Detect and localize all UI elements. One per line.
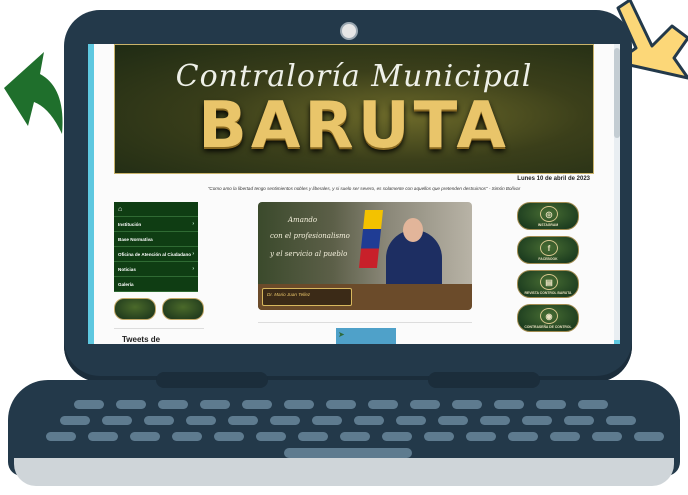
- social-revista[interactable]: ▤ REVISTA CONTROL BARUTA: [516, 270, 580, 298]
- news-thumbnail[interactable]: [336, 328, 396, 344]
- main-menu: ⌂ Institución › Base Normativa Oficina de…: [114, 202, 198, 292]
- menu-item-institucion[interactable]: Institución ›: [114, 217, 198, 232]
- side-buttons: [114, 298, 204, 320]
- key-icon: ◉: [540, 308, 558, 324]
- social-label: CONTRASEÑA DE CONTROL: [524, 325, 572, 329]
- nameplate-text: Dr. Mario Juan Tellez: [267, 292, 311, 297]
- person-face: [403, 218, 423, 242]
- menu-item-galeria[interactable]: Galería: [114, 277, 198, 292]
- social-label: REVISTA CONTROL BARUTA: [524, 291, 572, 295]
- menu-item-base-normativa[interactable]: Base Normativa: [114, 232, 198, 247]
- laptop-hinge-right: [428, 372, 540, 388]
- nameplate: Dr. Mario Juan Tellez: [262, 288, 352, 306]
- bolivar-quote: "Como amo la libertad tengo sentimientos…: [207, 186, 521, 191]
- menu-home[interactable]: ⌂: [114, 202, 198, 217]
- laptop-front-edge: [14, 458, 674, 486]
- home-icon: ⌂: [118, 205, 123, 213]
- chevron-right-icon: ›: [192, 266, 194, 272]
- photo-caption-line-2: con el profesionalismo: [270, 232, 350, 240]
- social-contrasena[interactable]: ◉ CONTRASEÑA DE CONTROL: [516, 304, 580, 332]
- keyboard-spacebar: [284, 448, 412, 458]
- facebook-icon: f: [540, 240, 558, 256]
- green-arrow-decoration: [4, 52, 63, 134]
- website-page: Contraloría Municipal BARUTA Lunes 10 de…: [94, 44, 614, 344]
- laptop-hinge-left: [156, 372, 268, 388]
- social-label: FACEBOOK: [538, 257, 558, 261]
- photo-caption-line-1: Amando: [288, 216, 318, 224]
- chevron-right-icon: ›: [192, 251, 194, 257]
- chevron-right-icon: ›: [192, 221, 194, 227]
- banner-title: BARUTA: [198, 89, 510, 163]
- menu-item-oficina-atencion[interactable]: Oficina de Atención al Ciudadano ›: [114, 247, 198, 262]
- tweets-heading: Tweets de: [122, 335, 161, 344]
- laptop-screen: Contraloría Municipal BARUTA Lunes 10 de…: [88, 44, 620, 344]
- divider: [258, 322, 472, 323]
- social-facebook[interactable]: f FACEBOOK: [516, 236, 580, 264]
- photo-caption-line-3: y el servicio al pueblo: [270, 250, 348, 258]
- current-date: Lunes 10 de abril de 2023: [517, 176, 590, 182]
- side-badge-button-2[interactable]: [162, 298, 204, 320]
- menu-item-noticias[interactable]: Noticias ›: [114, 262, 198, 277]
- scrollbar-thumb[interactable]: [614, 48, 620, 138]
- keyboard-row-1: [74, 400, 608, 409]
- tweets-widget: Tweets de: [114, 328, 204, 344]
- thumbnail-arrow-icon: ➤: [338, 330, 345, 339]
- venezuela-flag: [358, 210, 384, 268]
- keyboard-row-2: [60, 416, 636, 425]
- keyboard-row-3: [46, 432, 664, 441]
- side-badge-button-1[interactable]: [114, 298, 156, 320]
- webcam-icon: [340, 22, 358, 40]
- social-instagram[interactable]: ◎ INSTAGRAM: [516, 202, 580, 230]
- magazine-icon: ▤: [540, 274, 558, 290]
- header-banner: Contraloría Municipal BARUTA: [114, 44, 594, 174]
- instagram-icon: ◎: [540, 206, 558, 222]
- featured-photo[interactable]: Amando con el profesionalismo y el servi…: [258, 202, 472, 310]
- social-label: INSTAGRAM: [537, 223, 559, 227]
